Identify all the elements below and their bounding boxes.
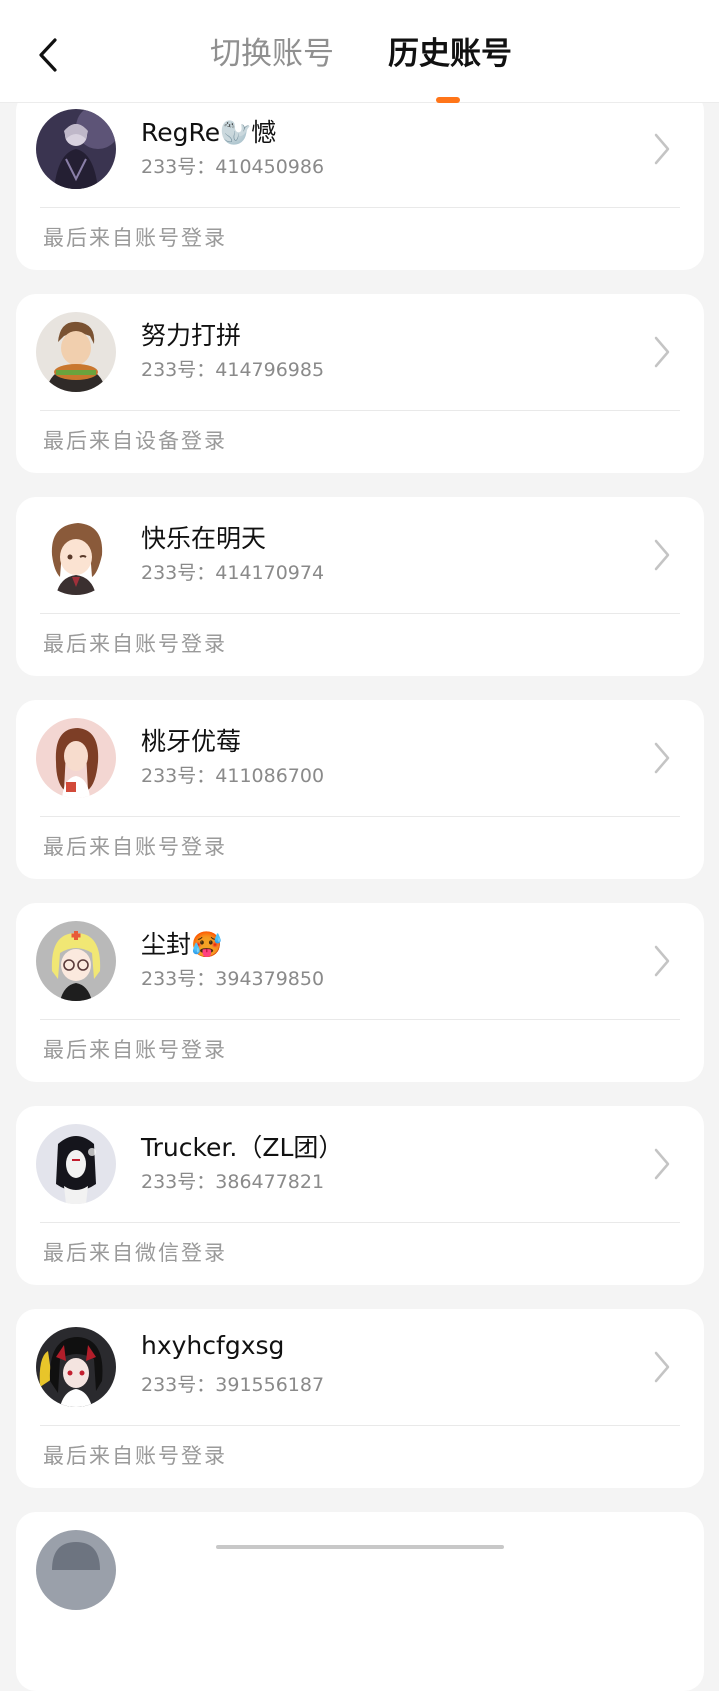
account-uid: 233号：410450986	[141, 156, 325, 178]
chevron-right-icon	[654, 133, 670, 165]
account-uid: 233号：394379850	[141, 968, 325, 990]
divider	[40, 1425, 680, 1426]
divider	[40, 613, 680, 614]
account-uid: 233号：391556187	[141, 1374, 325, 1396]
account-uid: 233号：411086700	[141, 765, 325, 787]
account-card[interactable]: 尘封🥵 233号：394379850 最后来自账号登录	[16, 903, 704, 1082]
divider	[40, 410, 680, 411]
header: 切换账号 历史账号	[0, 0, 719, 103]
login-source: 最后来自账号登录	[43, 1038, 227, 1062]
account-card[interactable]: 快乐在明天 233号：414170974 最后来自账号登录	[16, 497, 704, 676]
account-card-partial[interactable]	[16, 1512, 704, 1691]
avatar	[36, 1327, 116, 1407]
tab-switch-account[interactable]: 切换账号	[210, 30, 334, 78]
avatar	[36, 1530, 116, 1610]
avatar	[36, 515, 116, 595]
chevron-right-icon	[654, 336, 670, 368]
divider	[40, 816, 680, 817]
login-source: 最后来自账号登录	[43, 835, 227, 859]
login-source: 最后来自账号登录	[43, 1444, 227, 1468]
avatar	[36, 1124, 116, 1204]
divider	[40, 207, 680, 208]
chevron-right-icon	[654, 1148, 670, 1180]
avatar	[36, 718, 116, 798]
account-uid: 233号：414170974	[141, 562, 325, 584]
divider	[40, 1019, 680, 1020]
tab-history-account[interactable]: 历史账号	[388, 30, 512, 78]
divider	[40, 1222, 680, 1223]
avatar	[36, 312, 116, 392]
login-source: 最后来自设备登录	[43, 429, 227, 453]
scroll-indicator	[216, 1545, 504, 1549]
account-card[interactable]: 努力打拼 233号：414796985 最后来自设备登录	[16, 294, 704, 473]
login-source: 最后来自账号登录	[43, 632, 227, 656]
account-name: hxyhcfgxsg	[141, 1331, 285, 1360]
account-card[interactable]: RegRe🦭憾 233号：410450986 最后来自账号登录	[16, 91, 704, 270]
avatar	[36, 921, 116, 1001]
account-card[interactable]: hxyhcfgxsg 233号：391556187 最后来自账号登录	[16, 1309, 704, 1488]
account-uid: 233号：386477821	[141, 1171, 325, 1193]
avatar	[36, 109, 116, 189]
chevron-right-icon	[654, 539, 670, 571]
login-source: 最后来自账号登录	[43, 226, 227, 250]
chevron-right-icon	[654, 742, 670, 774]
back-arrow-icon	[39, 38, 57, 72]
account-name: Trucker.（ZL团）	[141, 1133, 344, 1162]
account-card[interactable]: 桃牙优莓 233号：411086700 最后来自账号登录	[16, 700, 704, 879]
back-button[interactable]	[28, 32, 68, 78]
account-card[interactable]: Trucker.（ZL团） 233号：386477821 最后来自微信登录	[16, 1106, 704, 1285]
account-name: 桃牙优莓	[141, 727, 242, 756]
chevron-right-icon	[654, 945, 670, 977]
active-tab-indicator	[436, 97, 460, 103]
account-uid: 233号：414796985	[141, 359, 325, 381]
chevron-right-icon	[654, 1351, 670, 1383]
account-name: RegRe🦭憾	[141, 118, 277, 147]
login-source: 最后来自微信登录	[43, 1241, 227, 1265]
account-name: 快乐在明天	[141, 524, 267, 553]
account-name: 努力打拼	[141, 321, 242, 350]
account-name: 尘封🥵	[141, 930, 223, 959]
